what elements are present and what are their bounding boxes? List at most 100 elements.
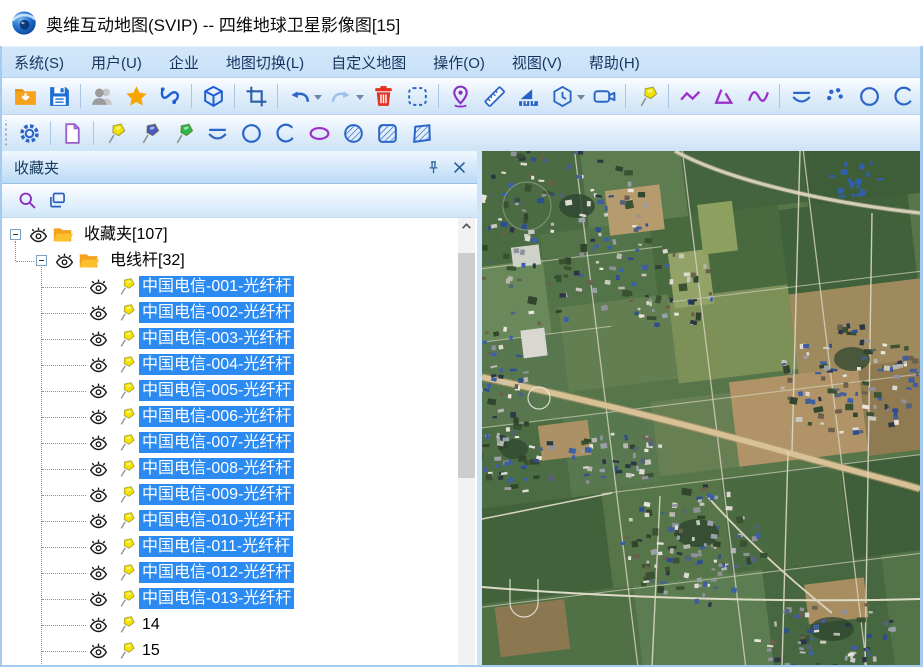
hatched-square-icon[interactable] (370, 118, 404, 148)
arc-over-line-icon[interactable] (200, 118, 234, 148)
favorites-panel-header: 收藏夹 (2, 151, 477, 184)
favorites-star-icon[interactable] (119, 81, 153, 111)
tree-node-label[interactable]: 中国电信-012-光纤杆 (139, 562, 294, 583)
tree-node-label[interactable]: 中国电信-005-光纤杆 (139, 380, 294, 401)
redo-icon[interactable] (324, 81, 358, 111)
tree-node-label[interactable]: 中国电信-004-光纤杆 (139, 354, 294, 375)
tree-scrollbar[interactable] (458, 218, 475, 667)
visibility-eye-icon[interactable] (88, 328, 109, 349)
close-icon[interactable] (449, 157, 469, 177)
tree-node-label[interactable]: 中国电信-006-光纤杆 (139, 406, 294, 427)
delete-trash-icon[interactable] (366, 81, 400, 111)
menu-item[interactable]: 自定义地图 (331, 52, 406, 73)
tree-expander-icon[interactable] (36, 255, 47, 266)
tree-node-label[interactable]: 中国电信-003-光纤杆 (139, 328, 294, 349)
menu-item[interactable]: 用户(U) (91, 52, 142, 73)
placemark-pin-icon (116, 302, 137, 323)
visibility-eye-icon[interactable] (88, 510, 109, 531)
tree-node-label[interactable]: 电线杆[32] (107, 250, 188, 271)
layers-icon[interactable] (42, 187, 72, 215)
visibility-eye-icon[interactable] (88, 406, 109, 427)
menu-item[interactable]: 帮助(H) (589, 52, 640, 73)
menu-item[interactable]: 操作(O) (433, 52, 485, 73)
visibility-eye-icon[interactable] (88, 354, 109, 375)
tree-node-label[interactable]: 中国电信-011-光纤杆 (139, 536, 293, 557)
new-document-icon[interactable] (55, 118, 89, 148)
draw-polygon-icon[interactable] (707, 81, 741, 111)
visibility-eye-icon[interactable] (28, 224, 49, 245)
3d-view-icon[interactable] (196, 81, 230, 111)
menu-item[interactable]: 企业 (169, 52, 199, 73)
draw-arc-icon[interactable] (268, 118, 302, 148)
tree-node-root[interactable]: 收藏夹[107] (2, 222, 477, 248)
tree-node-label[interactable]: 收藏夹[107] (81, 224, 171, 245)
placemark-pin-icon (116, 276, 137, 297)
tree-node-label[interactable]: 中国电信-009-光纤杆 (139, 484, 294, 505)
favorites-tree[interactable]: 收藏夹[107] 电线杆[32] 中国电信-001-光纤杆中国电信-002-光纤杆中… (2, 218, 477, 667)
menu-item[interactable]: 地图切换(L) (226, 52, 304, 73)
draw-ellipse-icon[interactable] (302, 118, 336, 148)
map-viewport[interactable] (482, 151, 920, 667)
tree-node-group[interactable]: 电线杆[32] (2, 248, 477, 274)
tree-node-label[interactable]: 中国电信-013-光纤杆 (139, 588, 294, 609)
visibility-eye-icon[interactable] (88, 302, 109, 323)
pushpin-icon[interactable] (630, 81, 664, 111)
pin-icon[interactable] (423, 157, 443, 177)
visibility-eye-icon[interactable] (88, 640, 109, 661)
pushpin-blue-icon[interactable] (132, 118, 166, 148)
menu-item[interactable]: 系统(S) (14, 52, 64, 73)
measure-slope-icon[interactable] (511, 81, 545, 111)
title-bar: 奥维互动地图(SVIP) -- 四维地球卫星影像图[15] (0, 0, 923, 46)
undo-icon[interactable] (282, 81, 316, 111)
redo-dropdown-icon[interactable] (356, 95, 364, 100)
location-pin-icon[interactable] (443, 81, 477, 111)
visibility-eye-icon[interactable] (88, 536, 109, 557)
tree-node-label[interactable]: 中国电信-002-光纤杆 (139, 302, 294, 323)
draw-circle-icon[interactable] (852, 81, 886, 111)
pushpin-green-icon[interactable] (166, 118, 200, 148)
visibility-eye-icon[interactable] (88, 588, 109, 609)
toolbar-grip[interactable] (2, 120, 10, 146)
tree-node-label[interactable]: 中国电信-008-光纤杆 (139, 458, 294, 479)
hatched-polygon-icon[interactable] (404, 118, 438, 148)
globe-icon (10, 9, 38, 37)
search-icon[interactable] (12, 187, 42, 215)
settings-gear-icon[interactable] (12, 118, 46, 148)
visibility-eye-icon[interactable] (54, 250, 75, 271)
friends-icon[interactable] (85, 81, 119, 111)
tree-node-label[interactable]: 中国电信-007-光纤杆 (139, 432, 294, 453)
visibility-eye-icon[interactable] (88, 562, 109, 583)
visibility-eye-icon[interactable] (88, 458, 109, 479)
arc-over-line-icon[interactable] (784, 81, 818, 111)
hatched-circle-icon[interactable] (336, 118, 370, 148)
import-folder-icon[interactable] (8, 81, 42, 111)
tree-node-label[interactable]: 15 (139, 640, 163, 661)
tree-node-label[interactable]: 14 (139, 614, 163, 635)
track-route-icon[interactable] (153, 81, 187, 111)
scroll-up-icon[interactable] (458, 218, 475, 235)
tree-node-label[interactable]: 中国电信-010-光纤杆 (139, 510, 294, 531)
select-region-icon[interactable] (400, 81, 434, 111)
draw-curve-icon[interactable] (741, 81, 775, 111)
tree-expander-icon[interactable] (10, 229, 21, 240)
visibility-eye-icon[interactable] (88, 614, 109, 635)
visibility-eye-icon[interactable] (88, 276, 109, 297)
crop-frame-icon[interactable] (239, 81, 273, 111)
visibility-eye-icon[interactable] (88, 432, 109, 453)
tree-node-label[interactable]: 中国电信-001-光纤杆 (139, 276, 294, 297)
draw-polyline-icon[interactable] (673, 81, 707, 111)
video-camera-icon[interactable] (587, 81, 621, 111)
save-icon[interactable] (42, 81, 76, 111)
multi-point-icon[interactable] (818, 81, 852, 111)
measure-ruler-icon[interactable] (477, 81, 511, 111)
hexagon-clock-dropdown-icon[interactable] (577, 95, 585, 100)
visibility-eye-icon[interactable] (88, 484, 109, 505)
undo-dropdown-icon[interactable] (314, 95, 322, 100)
pushpin-yellow-icon[interactable] (98, 118, 132, 148)
draw-arc-icon[interactable] (886, 81, 920, 111)
scroll-thumb[interactable] (458, 253, 475, 478)
draw-circle-icon[interactable] (234, 118, 268, 148)
hexagon-clock-icon[interactable] (545, 81, 579, 111)
visibility-eye-icon[interactable] (88, 380, 109, 401)
menu-item[interactable]: 视图(V) (512, 52, 562, 73)
